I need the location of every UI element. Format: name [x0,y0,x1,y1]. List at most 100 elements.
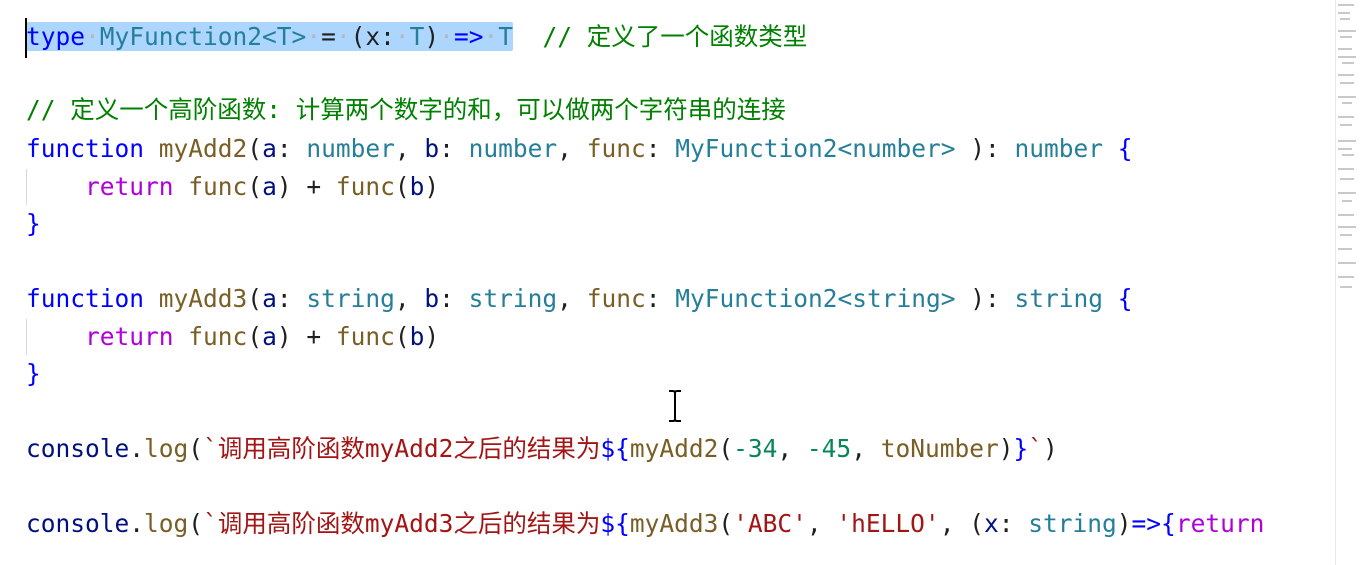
paren-open: ( [247,284,263,313]
arg-b: b [409,172,425,201]
plus-operator: + [291,322,336,351]
minimap-line [1340,36,1352,38]
arrow-operator: => [453,22,484,51]
minimap[interactable] [1335,0,1360,565]
comma: , [557,284,587,313]
paren-close: ): [955,134,1015,163]
brace-close: } [26,209,41,238]
template-text: 调用高阶函数myAdd3之后的结果为 [217,509,601,538]
minimap-line [1338,74,1354,76]
comment: // 定义了一个函数类型 [542,22,808,51]
return-type: T [498,22,513,51]
return-type: number [1014,134,1104,163]
minimap-line [1338,96,1356,98]
interp-close: } [1013,434,1029,463]
keyword-function: function [26,134,145,163]
whitespace-dot: · [439,22,454,51]
code-line-function-myadd3[interactable]: function myAdd3(a: string, b: string, fu… [26,281,1133,317]
colon: : [645,284,676,313]
template-tick: ` [203,434,218,463]
string-arg: 'ABC' [733,509,807,538]
plus-operator: + [291,172,336,201]
interp-open: ${ [600,509,630,538]
interp-open: ${ [600,434,630,463]
code-line-comment[interactable]: // 定义一个高阶函数: 计算两个数字的和，可以做两个字符串的连接 [26,92,786,128]
param-b: b [424,284,440,313]
paren-open: ( [394,172,410,201]
paren-close: ) [998,434,1014,463]
keyword-return: return [85,322,174,351]
minimap-line [1338,140,1356,142]
param-type: number [306,134,395,163]
string-arg: 'hELLO' [836,509,940,538]
minimap-line [1338,168,1354,170]
call-myadd2: myAdd2 [629,434,719,463]
minimap-line [1338,30,1356,32]
brace-open: { [1103,134,1133,163]
minimap-line [1342,200,1352,202]
log-method: log [144,434,189,463]
call-func: func [335,172,395,201]
minimap-line [1338,276,1354,278]
paren-open: ( [188,509,204,538]
code-line-function-myadd2[interactable]: function myAdd2(a: number, b: number, fu… [26,131,1133,167]
colon: : [439,284,469,313]
code-line-console-log-myadd3[interactable]: console.log(`调用高阶函数myAdd3之后的结果为${myAdd3(… [26,506,1264,542]
minimap-line [1338,192,1356,194]
code-line-brace-close[interactable]: } [26,206,41,242]
minimap-line [1340,82,1354,84]
paren-open: ( [247,322,263,351]
param-b: b [424,134,440,163]
code-line-console-log-myadd2[interactable]: console.log(`调用高阶函数myAdd2之后的结果为${myAdd2(… [26,431,1058,467]
paren-open: ( [394,322,410,351]
minimap-line [1338,116,1354,118]
comma: , [394,134,425,163]
keyword-return: return [85,172,174,201]
whitespace-dot: · [483,22,499,51]
param-a: a [262,284,277,313]
param-type: number [468,134,558,163]
dot: . [129,434,145,463]
text-caret [25,18,27,58]
whitespace-dot: · [335,22,351,51]
minimap-line [1340,234,1352,236]
comma: , [851,434,881,463]
minimap-line [1340,124,1352,126]
minimap-line [1342,154,1354,156]
code-line-type-declaration[interactable]: type·MyFunction2<T>·=·(x:·T)·=>·T // 定义了… [26,19,807,55]
paren-close: ) [276,322,292,351]
code-editor[interactable]: type·MyFunction2<T>·=·(x:·T)·=>·T // 定义了… [0,0,1335,565]
minimap-line [1338,214,1354,216]
minimap-line [1342,102,1352,104]
param-type: string [468,284,558,313]
minimap-line [1338,4,1354,6]
paren-open: ( [969,509,984,538]
call-myadd3: myAdd3 [629,509,719,538]
param-func: func [586,284,646,313]
number-arg: -45 [806,434,852,463]
call-func: func [188,172,248,201]
paren-close: ) [276,172,292,201]
function-name: myAdd3 [158,284,248,313]
indent-guide [26,169,27,205]
colon: : [645,134,676,163]
console-object: console [26,434,130,463]
comma: , [777,434,807,463]
paren-open: ( [247,134,263,163]
lambda-param: x [983,509,999,538]
param-type: string [306,284,395,313]
selection-highlight: type·MyFunction2<T>·=·(x:·T)·=>·T [26,22,513,51]
paren-open: ( [718,434,734,463]
paren-open: ( [188,434,204,463]
code-line-return[interactable]: return func(a) + func(b) [26,169,439,205]
code-line-return[interactable]: return func(a) + func(b) [26,319,439,355]
colon: : [439,134,469,163]
call-func: func [335,322,395,351]
minimap-line [1340,286,1352,288]
code-line-brace-close[interactable]: } [26,356,41,392]
arrow-operator: => [1131,509,1162,538]
arg-b: b [409,322,425,351]
minimap-line [1338,48,1352,50]
paren-open: ( [247,172,263,201]
param-type: MyFunction2<number> [675,134,956,163]
